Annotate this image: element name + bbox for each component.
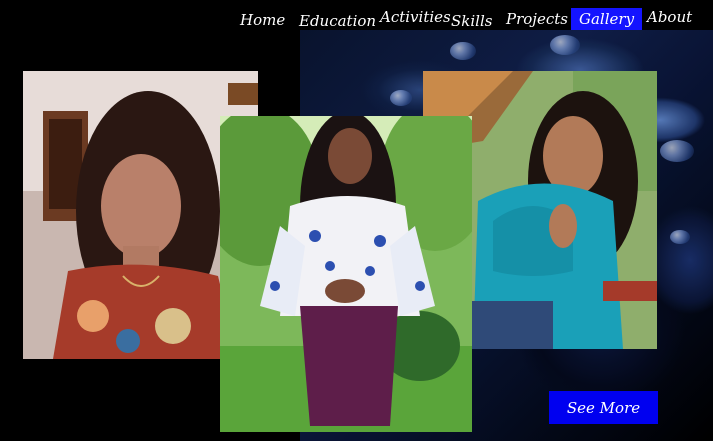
- nav-item-gallery[interactable]: Gallery: [571, 8, 643, 30]
- gallery-photo-2[interactable]: [220, 116, 472, 432]
- water-drop-shape: [550, 35, 580, 55]
- water-drop-shape: [390, 90, 412, 106]
- see-more-button[interactable]: See More: [549, 391, 658, 424]
- water-drop-shape: [450, 42, 476, 60]
- water-drop-shape: [670, 230, 690, 244]
- nav-item-education[interactable]: Education: [291, 10, 384, 32]
- water-drop-shape: [660, 140, 694, 162]
- photo-2-image: [220, 116, 472, 432]
- nav-item-about[interactable]: About: [639, 6, 700, 28]
- main-navigation: Home Education Activities Skills Project…: [230, 6, 697, 32]
- gallery-page: Home Education Activities Skills Project…: [0, 0, 713, 441]
- nav-item-home[interactable]: Home: [232, 9, 293, 31]
- nav-item-projects[interactable]: Projects: [498, 8, 576, 30]
- nav-item-skills[interactable]: Skills: [443, 10, 500, 32]
